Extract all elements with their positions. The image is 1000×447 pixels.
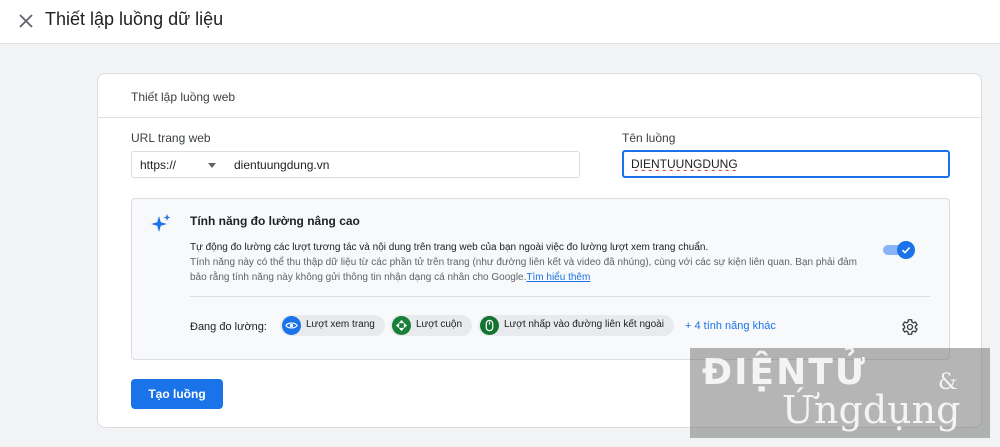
description-line-1: Tự động đo lường các lượt tương tác và n… <box>190 242 709 253</box>
page-title: Thiết lập luồng dữ liệu <box>45 9 224 29</box>
toggle-knob <box>897 241 915 259</box>
description-line-3-text: bảo rằng tính năng này không gửi thông t… <box>190 272 527 283</box>
create-stream-button[interactable]: Tạo luồng <box>131 379 223 409</box>
protocol-value: https:// <box>140 158 177 172</box>
protocol-select[interactable]: https:// <box>131 151 227 178</box>
gear-icon[interactable] <box>900 317 920 337</box>
url-label: URL trang web <box>131 131 211 145</box>
top-bar: Thiết lập luồng dữ liệu <box>0 0 1000 44</box>
close-icon <box>19 14 33 28</box>
sparkle-icon <box>151 214 171 232</box>
watermark-logo: ĐIỆNTỬ & Ứngdụng <box>690 348 990 438</box>
enhanced-measurement-panel: Tính năng đo lường nâng cao Tự động đo l… <box>131 198 950 360</box>
close-button[interactable] <box>14 9 38 33</box>
chip-label: Lượt cuộn <box>416 319 463 330</box>
watermark-bottom-text: Ứngdụng <box>782 388 961 432</box>
description-line-2: Tính năng này có thể thu thập dữ liệu từ… <box>190 257 858 268</box>
dropdown-arrow-icon <box>208 163 216 168</box>
website-url-input[interactable] <box>226 151 580 178</box>
chip-page-views[interactable]: Lượt xem trang <box>280 315 385 336</box>
chip-scrolls[interactable]: Lượt cuộn <box>390 315 473 336</box>
watermark-top-text: ĐIỆNTỬ <box>702 352 867 393</box>
chip-label: Lượt nhấp vào đường liên kết ngoài <box>504 319 664 330</box>
stream-name-label: Tên luồng <box>622 131 676 145</box>
more-features-link[interactable]: + 4 tính năng khác <box>685 320 776 332</box>
chip-label: Lượt xem trang <box>306 319 375 330</box>
card-header: Thiết lập luồng web <box>98 74 981 118</box>
scroll-icon <box>392 316 411 335</box>
stream-name-input[interactable] <box>622 150 950 178</box>
check-icon <box>901 247 911 254</box>
divider <box>190 296 930 297</box>
eye-icon <box>282 316 301 335</box>
description-line-3: bảo rằng tính năng này không gửi thông t… <box>190 272 590 283</box>
chip-outbound-clicks[interactable]: Lượt nhấp vào đường liên kết ngoài <box>478 315 674 336</box>
learn-more-link[interactable]: Tìm hiểu thêm <box>526 272 590 283</box>
measuring-label: Đang đo lường: <box>190 321 267 333</box>
mouse-icon <box>480 316 499 335</box>
enhanced-measurement-toggle[interactable] <box>883 241 915 259</box>
enhanced-measurement-title: Tính năng đo lường nâng cao <box>190 214 360 228</box>
